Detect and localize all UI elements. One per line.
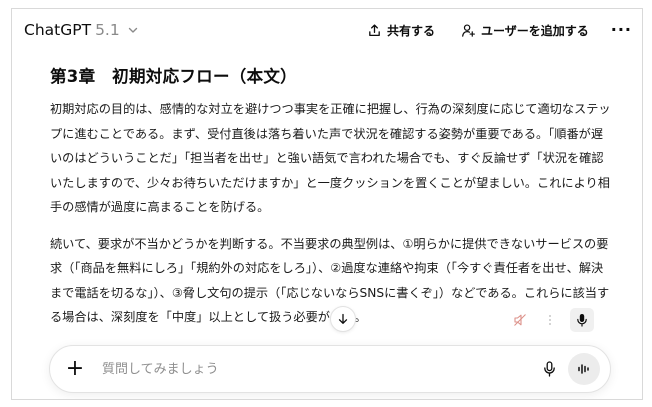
chat-window: ChatGPT 5.1 共有する ユーザーを追加する ··· 第3章 初期対応フロ… bbox=[11, 8, 643, 400]
speaker-muted-icon bbox=[514, 314, 526, 326]
tool-more-button[interactable] bbox=[540, 310, 560, 330]
microphone-icon bbox=[543, 361, 555, 377]
share-label: 共有する bbox=[386, 23, 435, 38]
voice-mode-button[interactable] bbox=[568, 353, 600, 385]
dictate-button[interactable] bbox=[570, 308, 594, 332]
voice-waveform-icon bbox=[578, 364, 589, 374]
section-heading: 第3章 初期対応フロー（本文） bbox=[50, 67, 297, 86]
paragraph: 初期対応の目的は、感情的な対立を避けつつ事実を正確に把握し、行為の深刻度に応じて… bbox=[50, 102, 611, 214]
model-name: ChatGPT bbox=[24, 21, 92, 39]
add-user-button[interactable]: ユーザーを追加する bbox=[461, 22, 589, 39]
arrow-down-icon bbox=[338, 313, 348, 324]
more-options-button[interactable]: ··· bbox=[611, 22, 632, 38]
message-toolbar bbox=[510, 308, 594, 332]
share-button[interactable]: 共有する bbox=[367, 22, 435, 39]
prompt-input[interactable] bbox=[100, 360, 536, 378]
microphone-icon bbox=[577, 314, 587, 327]
plus-icon[interactable]: + bbox=[64, 358, 86, 380]
composer: + bbox=[49, 345, 611, 393]
message-content: 第3章 初期対応フロー（本文） 初期対応の目的は、感情的な対立を避けつつ事実を正… bbox=[50, 63, 612, 342]
mute-button[interactable] bbox=[510, 310, 530, 330]
share-upload-icon bbox=[369, 23, 380, 36]
top-bar: ChatGPT 5.1 共有する ユーザーを追加する ··· bbox=[12, 9, 642, 51]
chevron-down-icon bbox=[128, 27, 137, 33]
model-selector[interactable]: ChatGPT 5.1 bbox=[24, 21, 139, 39]
add-user-label: ユーザーを追加する bbox=[481, 23, 589, 38]
mic-button[interactable] bbox=[536, 356, 562, 382]
scroll-down-button[interactable] bbox=[330, 306, 356, 332]
add-person-icon bbox=[462, 23, 475, 37]
model-version: 5.1 bbox=[95, 21, 120, 39]
vertical-dots-icon bbox=[549, 315, 551, 325]
